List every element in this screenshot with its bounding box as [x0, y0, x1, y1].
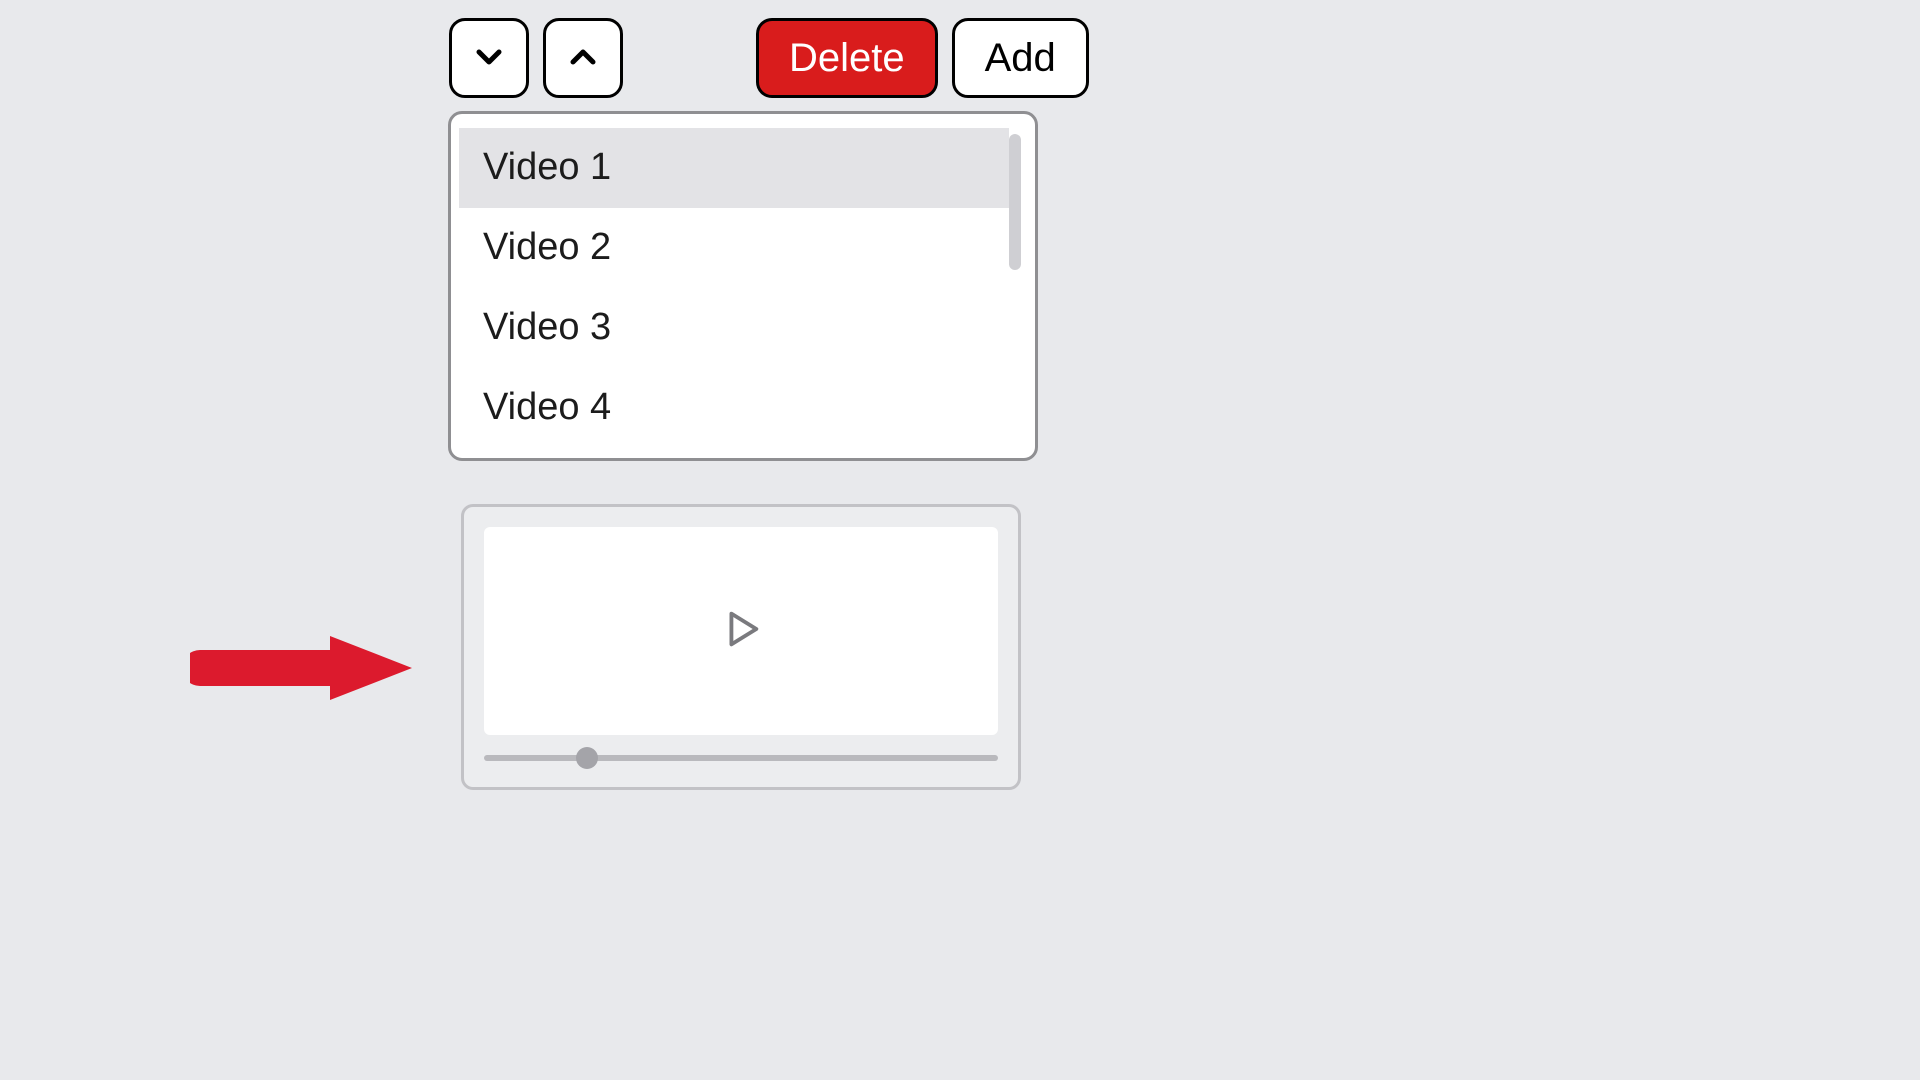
add-button[interactable]: Add — [952, 18, 1089, 98]
annotation-arrow-icon — [190, 628, 418, 713]
video-surface[interactable] — [484, 527, 998, 735]
progress-slider[interactable] — [484, 755, 998, 761]
chevron-up-icon — [563, 37, 603, 80]
delete-button[interactable]: Delete — [756, 18, 938, 98]
video-player-panel — [461, 504, 1021, 790]
scrollbar[interactable] — [1009, 134, 1021, 436]
playlist-item-label: Video 3 — [483, 306, 611, 348]
playlist-panel: Video 1 Video 2 Video 3 Video 4 — [448, 111, 1038, 461]
progress-thumb[interactable] — [576, 747, 598, 769]
playlist-item-label: Video 4 — [483, 386, 611, 428]
chevron-down-icon — [469, 37, 509, 80]
playlist-item[interactable]: Video 3 — [459, 288, 1009, 368]
toolbar: Delete Add — [449, 18, 1089, 98]
playlist-item[interactable]: Video 2 — [459, 208, 1009, 288]
playlist-item-label: Video 1 — [483, 146, 611, 188]
playlist-items: Video 1 Video 2 Video 3 Video 4 — [459, 128, 1009, 444]
playlist-item-label: Video 2 — [483, 226, 611, 268]
move-up-button[interactable] — [543, 18, 623, 98]
scrollbar-thumb[interactable] — [1009, 134, 1021, 270]
move-down-button[interactable] — [449, 18, 529, 98]
playlist-item[interactable]: Video 1 — [459, 128, 1009, 208]
play-icon — [718, 606, 764, 657]
playlist-item[interactable]: Video 4 — [459, 368, 1009, 448]
